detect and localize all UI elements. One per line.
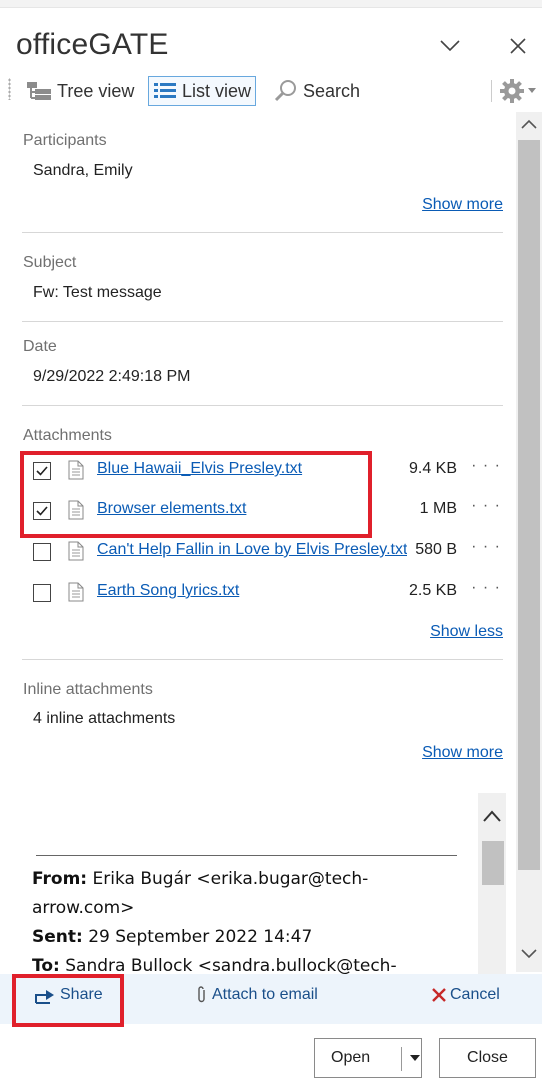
sent-value: 29 September 2022 14:47 [88,927,313,947]
toolbar-separator [491,80,492,102]
date-value: 9/29/2022 2:49:18 PM [33,368,191,385]
attachments-label: Attachments [23,427,112,444]
attachment-size: 2.5 KB [408,582,457,599]
attachment-checkbox[interactable] [33,502,51,520]
attachments-show-less-link[interactable]: Show less [430,623,503,641]
open-label: Open [331,1049,371,1066]
participants-value: Sandra, Emily [33,162,133,179]
attachment-row: Browser elements.txt 1 MB · · · [33,497,503,525]
preview-separator [36,855,457,856]
settings-menu-button[interactable] [498,78,542,104]
attachment-more-button[interactable]: · · · [469,497,503,523]
inline-show-more-link[interactable]: Show more [422,744,503,762]
sent-label: Sent: [32,927,83,947]
close-label: Close [467,1049,508,1066]
tree-view-button[interactable]: Tree view [22,76,138,106]
share-label: Share [60,986,103,1003]
scroll-up-icon[interactable] [482,809,502,823]
participants-label: Participants [23,132,107,149]
close-pane-button[interactable] [500,30,536,62]
preview-scrollbar[interactable] [478,793,506,983]
attachment-link[interactable]: Browser elements.txt [97,500,407,518]
collapse-button[interactable] [432,30,468,62]
chevron-down-icon [440,40,460,52]
text-file-icon [68,582,84,602]
to-label: To: [32,956,60,976]
participants-show-more-link[interactable]: Show more [422,196,503,214]
date-label: Date [23,338,57,355]
attachment-more-button[interactable]: · · · [469,457,503,483]
attach-to-email-button[interactable]: Attach to email [196,986,318,1004]
checkmark-icon [36,506,48,516]
subject-label: Subject [23,254,77,271]
search-label: Search [303,80,361,101]
details-scrollbar[interactable] [516,112,542,972]
tree-view-label: Tree view [57,80,135,101]
text-file-icon [68,541,84,561]
attachment-size: 9.4 KB [408,460,457,477]
cancel-x-icon [432,988,446,1002]
list-view-button[interactable]: List view [148,76,257,106]
search-button[interactable]: Search [270,76,364,106]
inline-attachments-label: Inline attachments [23,681,153,698]
open-split-button[interactable]: Open [314,1038,422,1078]
subject-value: Fw: Test message [33,284,162,301]
message-preview: From: Erika Bugár <erika.bugar@tech-arro… [20,793,506,983]
attachment-size: 580 B [415,541,457,558]
attachment-more-button[interactable]: · · · [469,538,503,564]
paperclip-icon [198,986,205,1003]
divider [22,321,503,322]
tree-view-icon [27,82,51,100]
attachment-checkbox[interactable] [33,543,51,561]
attach-label: Attach to email [212,986,318,1003]
scrollbar-thumb[interactable] [518,140,540,870]
cancel-button[interactable]: Cancel [432,986,500,1004]
toolbar-grip[interactable] [8,78,11,100]
preview-scrollbar-thumb[interactable] [482,841,504,885]
attachment-link[interactable]: Blue Hawaii_Elvis Presley.txt [97,460,407,478]
share-icon [35,990,54,1004]
attachment-checkbox[interactable] [33,584,51,602]
action-bar: Share Attach to email Cancel [0,974,542,1024]
attachment-link[interactable]: Earth Song lyrics.txt [97,582,407,600]
attachment-row: Earth Song lyrics.txt 2.5 KB · · · [33,579,503,607]
checkmark-icon [36,466,48,476]
attachment-row: Blue Hawaii_Elvis Presley.txt 9.4 KB · ·… [33,457,503,485]
close-icon [510,38,526,54]
from-label: From: [32,869,88,889]
attachment-more-button[interactable]: · · · [469,579,503,605]
inline-attachments-value: 4 inline attachments [33,710,176,727]
scroll-down-icon[interactable] [520,948,538,960]
text-file-icon [68,500,84,520]
divider [22,405,503,406]
cancel-label: Cancel [450,986,500,1003]
divider [22,232,503,233]
list-view-icon [154,83,176,98]
list-view-label: List view [182,80,252,101]
split-divider [401,1047,402,1071]
share-button[interactable]: Share [34,986,103,1004]
search-icon [274,80,296,102]
text-file-icon [68,460,84,480]
scroll-up-icon[interactable] [520,118,538,130]
attachment-checkbox[interactable] [33,462,51,480]
gear-icon [500,79,524,103]
view-toolbar: Tree view List view Search [0,72,542,110]
preview-header-text: From: Erika Bugár <erika.bugar@tech-arro… [32,865,462,983]
close-button[interactable]: Close [439,1038,536,1078]
attachment-link[interactable]: Can't Help Fallin in Love by Elvis Presl… [97,541,407,559]
app-title: officeGATE [16,28,169,61]
attachment-row: Can't Help Fallin in Love by Elvis Presl… [33,538,503,566]
attachment-size: 1 MB [419,500,457,517]
caret-down-icon [528,88,536,93]
divider [22,659,503,660]
window-top-strip [0,0,542,8]
dropdown-caret-icon[interactable] [410,1055,420,1062]
